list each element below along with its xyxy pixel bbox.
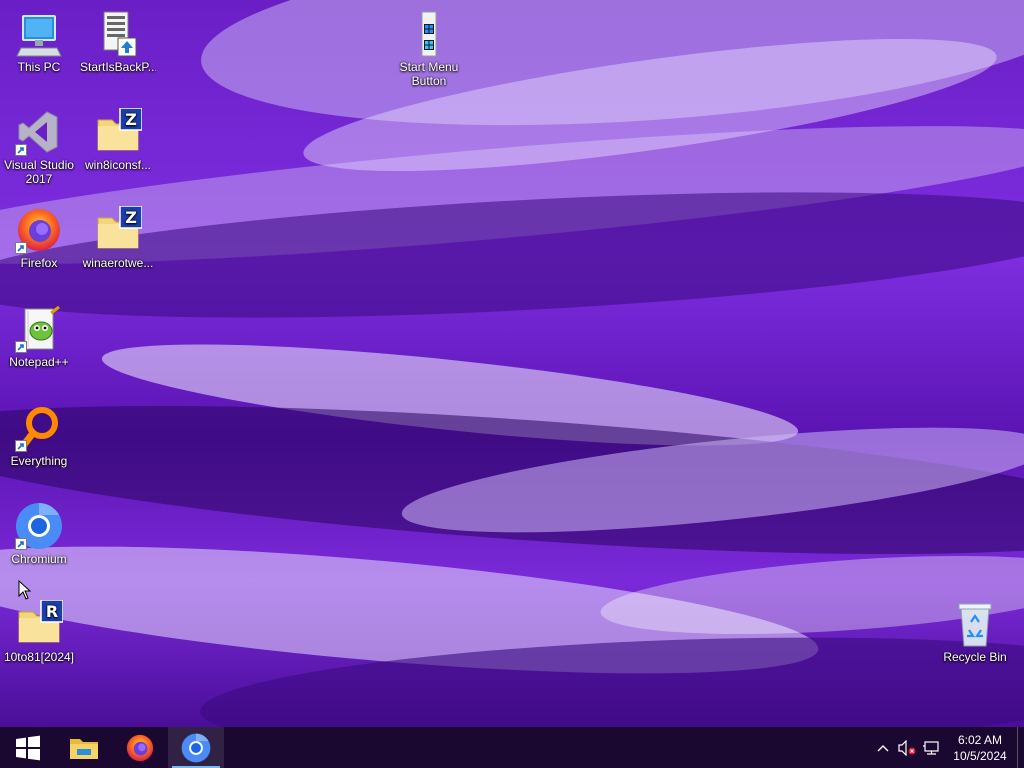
desktop-icon-start-menu-button[interactable]: Start Menu Button <box>391 10 467 88</box>
desktop-icon-this-pc[interactable]: This PC <box>1 10 77 74</box>
recycle-bin-icon <box>951 600 999 648</box>
everything-search-icon <box>15 404 63 452</box>
desktop-icon-recycle-bin[interactable]: Recycle Bin <box>937 600 1013 664</box>
svg-text:Z: Z <box>125 208 137 227</box>
icon-label: Recycle Bin <box>943 650 1007 664</box>
chevron-up-icon <box>877 744 889 751</box>
desktop-icon-firefox[interactable]: Firefox <box>1 206 77 270</box>
system-tray: 6:02 AM 10/5/2024 <box>871 727 1024 768</box>
icon-label: StartIsBackP... <box>80 60 156 74</box>
icon-label: This PC <box>17 60 61 74</box>
icon-label: Firefox <box>20 256 58 270</box>
icon-label: winaerotwe... <box>82 256 154 270</box>
icon-label: Visual Studio 2017 <box>4 158 74 186</box>
shortcut-arrow-icon <box>15 144 27 156</box>
visual-studio-icon <box>15 108 63 156</box>
start-button[interactable] <box>0 727 56 768</box>
chromium-icon <box>181 733 211 762</box>
icon-label: Notepad++ <box>9 355 69 369</box>
icon-label: Chromium <box>11 552 67 566</box>
file-explorer-icon <box>70 738 98 759</box>
clock[interactable]: 6:02 AM 10/5/2024 <box>943 732 1017 764</box>
desktop-icon-startisback[interactable]: StartIsBackP... <box>80 10 156 74</box>
desktop-icon-everything[interactable]: Everything <box>1 404 77 468</box>
svg-text:Z: Z <box>125 110 137 129</box>
network-icon <box>923 740 939 755</box>
shortcut-arrow-icon <box>15 538 27 550</box>
desktop-icon-10to81[interactable]: R 10to81[2024] <box>1 600 77 664</box>
windows-start-icon <box>16 735 40 760</box>
taskbar-firefox-button[interactable] <box>112 727 168 768</box>
clock-date: 10/5/2024 <box>953 748 1007 763</box>
shortcut-arrow-icon <box>15 341 27 353</box>
network-button[interactable] <box>919 727 943 768</box>
desktop-icon-chromium[interactable]: Chromium <box>1 502 77 566</box>
rar-folder-icon: R <box>15 600 63 648</box>
icon-label: 10to81[2024] <box>3 650 75 664</box>
firefox-icon <box>15 206 63 254</box>
clock-time: 6:02 AM <box>957 732 1003 747</box>
zip-folder-icon: Z <box>94 108 142 156</box>
icon-label: Start Menu Button <box>399 60 459 88</box>
icon-label: win8iconsf... <box>84 158 152 172</box>
show-desktop-button[interactable] <box>1017 727 1024 768</box>
taskbar-file-explorer-button[interactable] <box>56 727 112 768</box>
desktop-icon-notepad-plus-plus[interactable]: Notepad++ <box>1 305 77 369</box>
notepad-plus-plus-icon <box>15 305 63 353</box>
firefox-icon <box>126 734 154 761</box>
installer-icon <box>94 10 142 58</box>
taskbar: 6:02 AM 10/5/2024 <box>0 727 1024 768</box>
desktop[interactable]: This PC StartIsBackP... Start Menu Butto… <box>0 0 1024 727</box>
shortcut-arrow-icon <box>15 242 27 254</box>
zip-folder-icon: Z <box>94 206 142 254</box>
mouse-cursor-icon <box>18 580 32 600</box>
desktop-icon-win8iconsf[interactable]: Z win8iconsf... <box>80 108 156 172</box>
show-hidden-icons-button[interactable] <box>871 727 895 768</box>
desktop-icon-visual-studio-2017[interactable]: Visual Studio 2017 <box>1 108 77 186</box>
volume-button[interactable] <box>895 727 919 768</box>
start-menu-button-icon <box>405 10 453 58</box>
chromium-icon <box>15 502 63 550</box>
this-pc-icon <box>15 10 63 58</box>
desktop-icon-winaerotweaker[interactable]: Z winaerotwe... <box>80 206 156 270</box>
volume-muted-icon <box>898 739 916 756</box>
taskbar-chromium-button[interactable] <box>168 727 224 768</box>
icon-label: Everything <box>10 454 68 468</box>
svg-text:R: R <box>46 602 58 621</box>
shortcut-arrow-icon <box>15 440 27 452</box>
